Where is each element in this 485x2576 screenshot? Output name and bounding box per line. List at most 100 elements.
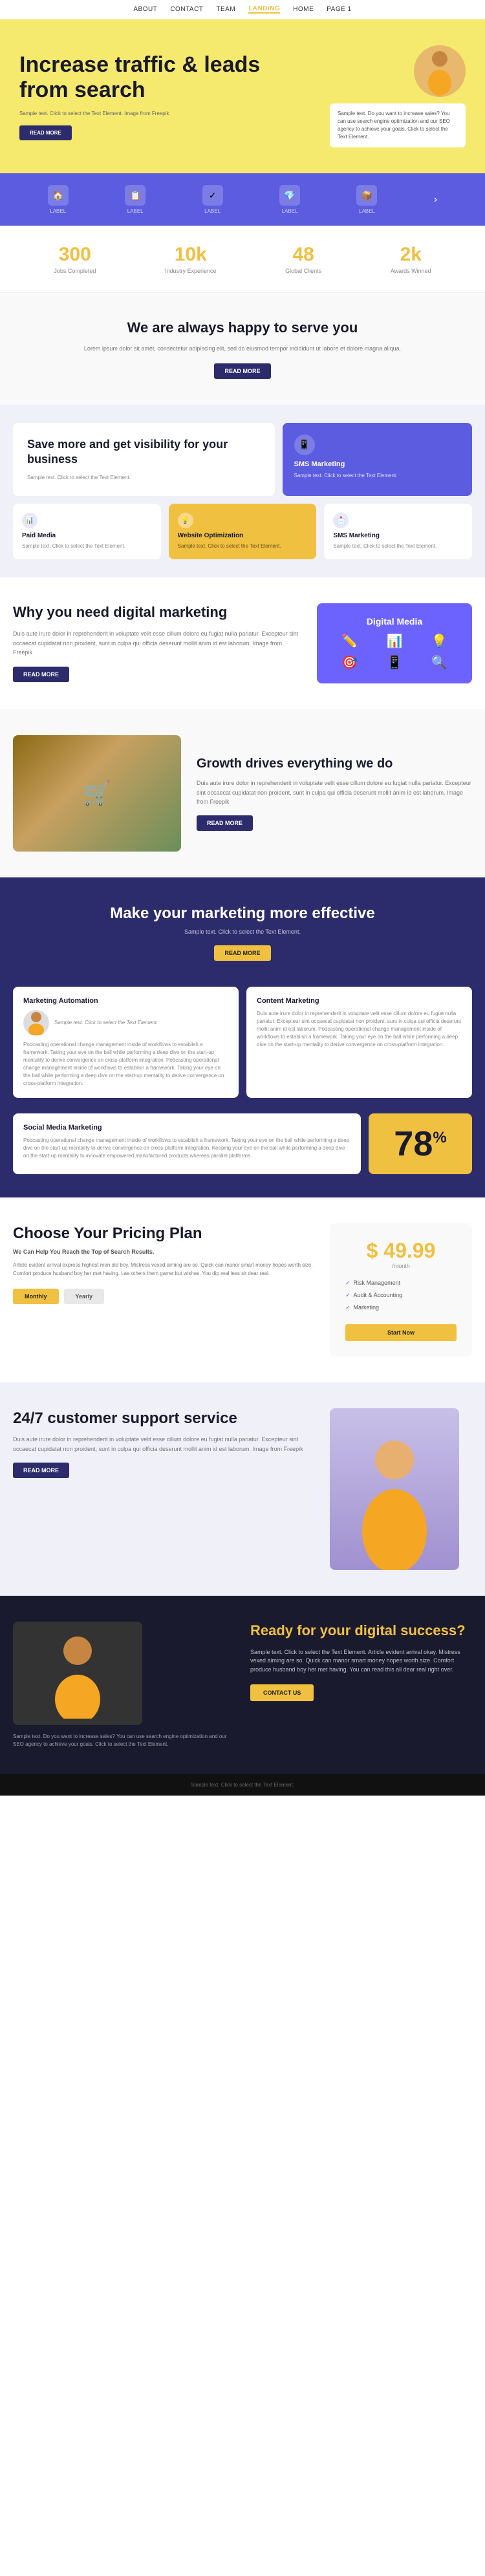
- service-paid-media: 📊 Paid Media Sample text. Click to selec…: [13, 504, 161, 559]
- growth-body: Duis aute irure dolor in reprehenderit i…: [197, 778, 472, 806]
- logo-icon-2: 📋: [129, 190, 140, 201]
- hero-title: Increase traffic & leads from search: [19, 52, 314, 103]
- pricing-body: Article evident arrival express highest …: [13, 1261, 314, 1278]
- support-right: [330, 1408, 472, 1570]
- hero-right-text: Sample text. Do you want to increase sal…: [338, 111, 450, 140]
- support-left: 24/7 customer support service Duis aute …: [13, 1408, 314, 1478]
- marketing-effective-read-more-button[interactable]: Read More: [214, 945, 270, 961]
- happy-body: Lorem ipsum dolor sit amet, consectetur …: [52, 344, 433, 353]
- why-digital-section: Why you need digital marketing Duis aute…: [0, 577, 485, 709]
- service-sms-card: 📱 SMS Marketing Sample text. Click to se…: [283, 423, 473, 496]
- social-media-body: Podcasting operational change management…: [23, 1137, 350, 1160]
- logo-icon-1: 🏠: [52, 190, 63, 201]
- logo-label-4: LABEL: [282, 208, 298, 214]
- why-digital-read-more-button[interactable]: Read More: [13, 667, 69, 682]
- stat-exp-number: 10k: [165, 244, 217, 266]
- logo-item-1: 🏠 LABEL: [48, 185, 69, 214]
- why-digital-body: Duis aute irure dolor in reprehenderit i…: [13, 629, 301, 657]
- hero-read-more-button[interactable]: Read More: [19, 125, 72, 140]
- bottom-title: Ready for your digital success?: [250, 1622, 472, 1640]
- emoji-3: 💡: [420, 633, 459, 649]
- content-marketing-title: Content Marketing: [257, 997, 462, 1005]
- emoji-4: 🎯: [330, 654, 369, 671]
- growth-right: Growth drives everything we do Duis aute…: [197, 755, 472, 831]
- bottom-left: Sample text. Do you want to increase sal…: [13, 1622, 235, 1748]
- digital-media-label: Digital Media: [330, 616, 459, 627]
- hero-left: Increase traffic & leads from search Sam…: [19, 52, 314, 140]
- monthly-button[interactable]: Monthly: [13, 1289, 59, 1304]
- service-website-body: Sample text. Click to select the Text El…: [178, 542, 308, 550]
- hero-right-text-box: Sample text. Do you want to increase sal…: [330, 103, 466, 147]
- emoji-5: 📱: [374, 654, 414, 671]
- stat-jobs-number: 300: [54, 244, 96, 266]
- price-box: $ 49.99 /month ✓Risk Management ✓Audit &…: [330, 1223, 472, 1357]
- marketing-cards-section: Marketing Automation Sample text. Click …: [0, 987, 485, 1113]
- nav-landing[interactable]: LANDING: [248, 5, 280, 14]
- support-read-more-button[interactable]: Read More: [13, 1463, 69, 1478]
- stats-section: 300 Jobs Completed 10k Industry Experien…: [0, 226, 485, 293]
- stat-awards-label: Awards Winned: [391, 268, 431, 274]
- content-marketing-body: Duis aute irure dolor in reprehenderit i…: [257, 1010, 462, 1049]
- nav-page1[interactable]: PAGE 1: [327, 6, 351, 13]
- bottom-person-icon: [45, 1628, 110, 1719]
- support-title: 24/7 customer support service: [13, 1408, 314, 1428]
- yearly-button[interactable]: Yearly: [64, 1289, 105, 1304]
- stat-exp-label: Industry Experience: [165, 268, 217, 274]
- logo-icon-3: ✓: [209, 190, 217, 201]
- nav-home[interactable]: HOME: [293, 6, 314, 13]
- nav-contact[interactable]: CONTACT: [170, 6, 203, 13]
- bottom-right: Ready for your digital success? Sample t…: [250, 1622, 472, 1701]
- service-large-title: Save more and get visibility for your bu…: [27, 437, 261, 467]
- pricing-section: Choose Your Pricing Plan We Can Help You…: [0, 1197, 485, 1382]
- automation-person-icon: [27, 1011, 45, 1035]
- percent-card: 78 %: [369, 1113, 472, 1174]
- service-card-large: Save more and get visibility for your bu…: [13, 423, 275, 496]
- social-row-section: Social Media Marketing Podcasting operat…: [0, 1113, 485, 1197]
- stat-clients-number: 48: [285, 244, 321, 266]
- feature-2: ✓Audit & Accounting: [345, 1289, 457, 1302]
- logo-item-5: 📦 LABEL: [356, 185, 377, 214]
- growth-read-more-button[interactable]: Read More: [197, 815, 253, 831]
- support-section: 24/7 customer support service Duis aute …: [0, 1382, 485, 1596]
- digital-media-box: Digital Media ✏️ 📊 💡 🎯 📱 🔍: [317, 603, 472, 683]
- stat-experience: 10k Industry Experience: [165, 244, 217, 274]
- percent-symbol: %: [433, 1129, 446, 1147]
- service-sms2-body: Sample text. Click to select the Text El…: [333, 542, 463, 550]
- service-paid-title: Paid Media: [22, 532, 152, 539]
- logos-strip: 🏠 LABEL 📋 LABEL ✓ LABEL 💎 LABEL 📦 LABEL …: [0, 173, 485, 226]
- logo-icon-4: 💎: [284, 190, 295, 201]
- person-icon: [424, 47, 456, 96]
- paid-media-icon: 📊: [25, 516, 34, 524]
- logos-arrow-icon[interactable]: ›: [434, 194, 437, 206]
- contact-us-button[interactable]: Contact Us: [250, 1684, 314, 1701]
- content-marketing-card: Content Marketing Duis aute irure dolor …: [246, 987, 472, 1098]
- price-period: /month: [345, 1263, 457, 1269]
- growth-title: Growth drives everything we do: [197, 755, 472, 772]
- marketing-automation-person-label: Sample text. Click to select the Text El…: [54, 1020, 158, 1025]
- happy-read-more-button[interactable]: Read More: [214, 363, 270, 379]
- pricing-left: Choose Your Pricing Plan We Can Help You…: [13, 1223, 314, 1357]
- sms-icon-circle: 📱: [294, 435, 315, 455]
- start-now-button[interactable]: Start Now: [345, 1324, 457, 1341]
- digital-media-emoji-grid: ✏️ 📊 💡 🎯 📱 🔍: [330, 633, 459, 671]
- bottom-section: Sample text. Do you want to increase sal…: [0, 1596, 485, 1774]
- marketing-effective-body: Sample text. Click to select the Text El…: [52, 928, 433, 935]
- emoji-2: 📊: [374, 633, 414, 649]
- marketing-effective-title: Make your marketing more effective: [52, 903, 433, 923]
- feature-1: ✓Risk Management: [345, 1277, 457, 1289]
- growth-image-placeholder-icon: 🛒: [83, 780, 112, 807]
- logo-icon-5: 📦: [361, 190, 372, 201]
- logo-label-3: LABEL: [204, 208, 221, 214]
- pricing-subtitle: We Can Help You Reach the Top of Search …: [13, 1249, 314, 1255]
- services-row-1: Save more and get visibility for your bu…: [13, 423, 472, 496]
- hero-sample-text: Sample text. Click to select the Text El…: [19, 111, 314, 116]
- service-sms-title: SMS Marketing: [294, 460, 461, 468]
- stat-clients-label: Global Clients: [285, 268, 321, 274]
- growth-image: 🛒: [13, 735, 181, 852]
- service-sms-body: Sample text. Click to select the Text El…: [294, 472, 461, 480]
- nav-team[interactable]: TEAM: [216, 6, 235, 13]
- service-website-optimization: 💡 Website Optimization Sample text. Clic…: [169, 504, 317, 559]
- stat-jobs-label: Jobs Completed: [54, 268, 96, 274]
- nav-about[interactable]: ABOUT: [133, 6, 157, 13]
- website-opt-icon: 💡: [181, 516, 190, 524]
